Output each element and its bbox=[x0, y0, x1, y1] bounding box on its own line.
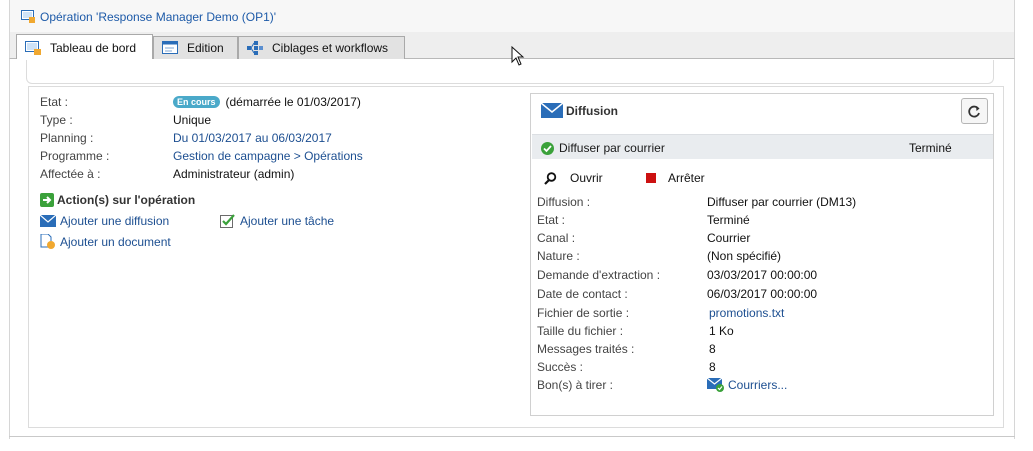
actions-title-text: Action(s) sur l'opération bbox=[57, 193, 196, 207]
assigned-row: Affectée à : Administrateur (admin) bbox=[40, 166, 294, 182]
detail-label: Diffusion : bbox=[537, 195, 591, 209]
tab-label: Ciblages et workflows bbox=[272, 41, 389, 55]
programme-link[interactable]: Gestion de campagne > Opérations bbox=[173, 149, 363, 163]
status-value: (démarrée le 01/03/2017) bbox=[225, 95, 361, 109]
add-task-label: Ajouter une tâche bbox=[240, 214, 335, 228]
type-value: Unique bbox=[173, 113, 212, 127]
tab-tableau-de-bord[interactable]: Tableau de bord bbox=[16, 34, 153, 60]
window-edit-icon bbox=[162, 41, 178, 55]
type-row: Type : Unique bbox=[40, 112, 211, 128]
detail-value: 1 Ko bbox=[709, 324, 734, 338]
bottom-divider bbox=[9, 436, 1015, 437]
output-file-link[interactable]: promotions.txt bbox=[709, 306, 784, 320]
diffusion-header: Diffusion bbox=[541, 103, 618, 118]
type-label: Type : bbox=[40, 113, 73, 127]
envelope-icon bbox=[541, 103, 563, 118]
programme-label: Programme : bbox=[40, 149, 110, 163]
window-titlebar: Opération 'Response Manager Demo (OP1)' bbox=[9, 0, 1015, 32]
actions-section-title: Action(s) sur l'opération bbox=[40, 193, 195, 207]
refresh-button[interactable] bbox=[961, 98, 988, 124]
detail-value: (Non spécifié) bbox=[707, 249, 782, 263]
envelope-check-icon bbox=[707, 378, 725, 392]
detail-label: Canal : bbox=[537, 231, 576, 245]
envelope-icon bbox=[40, 215, 56, 227]
stop-icon bbox=[646, 173, 656, 183]
workflow-icon bbox=[247, 41, 263, 55]
detail-value: 06/03/2017 00:00:00 bbox=[707, 287, 818, 301]
proofs-link[interactable]: Courriers... bbox=[728, 378, 787, 392]
detail-label: Taille du fichier : bbox=[537, 324, 624, 338]
delivery-row[interactable]: Diffuser par courrier Terminé bbox=[532, 134, 993, 159]
detail-label: Bon(s) à tirer : bbox=[537, 378, 614, 392]
detail-row: Messages traités : 8 bbox=[537, 341, 716, 357]
add-document-label: Ajouter un document bbox=[60, 234, 171, 249]
programme-row: Programme : Gestion de campagne > Opérat… bbox=[40, 148, 363, 164]
detail-label: Nature : bbox=[537, 249, 580, 263]
detail-label: Etat : bbox=[537, 213, 566, 227]
detail-row: Etat : Terminé bbox=[537, 212, 750, 228]
check-circle-icon bbox=[541, 141, 554, 155]
open-label: Ouvrir bbox=[570, 171, 603, 185]
status-label: Etat : bbox=[40, 95, 69, 109]
tab-edition[interactable]: Edition bbox=[153, 36, 238, 59]
diffusion-title: Diffusion bbox=[566, 103, 618, 118]
detail-label: Demande d'extraction : bbox=[537, 268, 661, 282]
mouse-cursor-icon bbox=[511, 45, 525, 69]
assigned-label: Affectée à : bbox=[40, 167, 101, 181]
delivery-status: Terminé bbox=[909, 141, 952, 155]
dashboard-icon bbox=[25, 40, 41, 55]
detail-value: 03/03/2017 00:00:00 bbox=[707, 268, 818, 282]
detail-value: 8 bbox=[709, 342, 716, 356]
tab-ciblages-et-workflows[interactable]: Ciblages et workflows bbox=[238, 36, 405, 59]
detail-row: Succès : 8 bbox=[537, 359, 716, 375]
detail-row: Taille du fichier : 1 Ko bbox=[537, 323, 734, 339]
open-button[interactable]: Ouvrir bbox=[544, 171, 603, 185]
assigned-value: Administrateur (admin) bbox=[173, 167, 295, 181]
detail-value: Courrier bbox=[707, 231, 751, 245]
detail-row: Canal : Courrier bbox=[537, 230, 750, 246]
proofs-link-wrap[interactable]: Courriers... bbox=[707, 378, 787, 392]
detail-row: Bon(s) à tirer : Courriers... bbox=[537, 377, 787, 393]
detail-label: Date de contact : bbox=[537, 287, 628, 301]
tab-label: Tableau de bord bbox=[50, 40, 137, 55]
planning-row: Planning : Du 01/03/2017 au 06/03/2017 bbox=[40, 130, 332, 146]
add-delivery-link[interactable]: Ajouter une diffusion bbox=[40, 214, 169, 228]
add-delivery-label: Ajouter une diffusion bbox=[60, 214, 170, 228]
detail-label: Fichier de sortie : bbox=[537, 306, 630, 320]
document-icon bbox=[40, 234, 56, 249]
planning-link[interactable]: Du 01/03/2017 au 06/03/2017 bbox=[173, 131, 332, 145]
header-divider bbox=[26, 60, 994, 84]
delivery-item: Diffuser par courrier bbox=[541, 141, 665, 155]
stop-label: Arrêter bbox=[668, 171, 705, 185]
detail-value: Diffuser par courrier (DM13) bbox=[707, 195, 857, 209]
detail-label: Messages traités : bbox=[537, 342, 635, 356]
task-check-icon bbox=[220, 214, 236, 228]
status-badge: En cours bbox=[173, 96, 220, 108]
detail-row: Fichier de sortie : promotions.txt bbox=[537, 305, 784, 321]
detail-row: Date de contact : 06/03/2017 00:00:00 bbox=[537, 286, 817, 302]
operation-icon bbox=[21, 10, 35, 26]
detail-row: Nature : (Non spécifié) bbox=[537, 248, 781, 264]
detail-value: Terminé bbox=[707, 213, 750, 227]
detail-row: Demande d'extraction : 03/03/2017 00:00:… bbox=[537, 267, 817, 283]
planning-label: Planning : bbox=[40, 131, 94, 145]
detail-value: 8 bbox=[709, 360, 716, 374]
window-title: Opération 'Response Manager Demo (OP1)' bbox=[40, 10, 277, 24]
refresh-icon bbox=[968, 105, 981, 118]
status-row: Etat : En cours (démarrée le 01/03/2017) bbox=[40, 94, 361, 110]
delivery-item-label: Diffuser par courrier bbox=[559, 141, 665, 155]
arrow-right-icon bbox=[40, 193, 54, 207]
tab-label: Edition bbox=[187, 41, 224, 55]
add-document-link[interactable]: Ajouter un document bbox=[40, 234, 171, 249]
detail-label: Succès : bbox=[537, 360, 584, 374]
stop-button[interactable]: Arrêter bbox=[646, 171, 705, 185]
detail-row: Diffusion : Diffuser par courrier (DM13) bbox=[537, 194, 856, 210]
magnifier-icon bbox=[544, 171, 557, 185]
diffusion-panel: Diffusion Diffuser par courrier Terminé bbox=[530, 93, 994, 416]
add-task-link[interactable]: Ajouter une tâche bbox=[220, 214, 334, 228]
